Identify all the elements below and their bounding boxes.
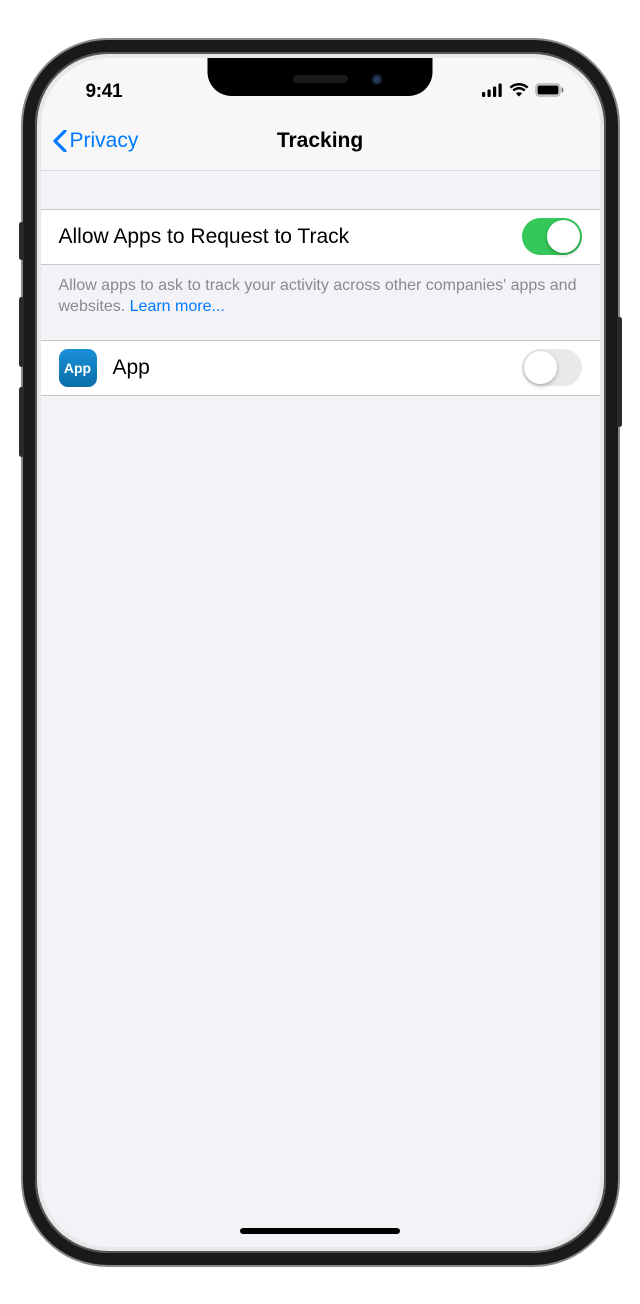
cellular-icon xyxy=(482,83,503,102)
wifi-icon xyxy=(509,83,529,102)
chevron-left-icon xyxy=(53,130,67,152)
device-frame: 9:41 Privacy Tracking xyxy=(23,40,618,1265)
status-icons xyxy=(482,83,565,102)
learn-more-link[interactable]: Learn more... xyxy=(130,298,225,315)
app-tracking-switch[interactable] xyxy=(522,349,582,386)
notch xyxy=(208,58,433,96)
back-label: Privacy xyxy=(70,129,139,153)
app-icon: App xyxy=(59,349,97,387)
volume-down-button xyxy=(19,387,24,457)
back-button[interactable]: Privacy xyxy=(53,129,139,153)
allow-apps-description: Allow apps to ask to track your activity… xyxy=(41,265,600,340)
content-area: Allow Apps to Request to Track Allow app… xyxy=(41,171,600,396)
app-tracking-cell: App App xyxy=(41,340,600,396)
side-button xyxy=(617,317,622,427)
battery-icon xyxy=(535,83,565,102)
nav-bar: Privacy Tracking xyxy=(41,113,600,171)
status-time: 9:41 xyxy=(86,81,123,103)
allow-apps-request-cell: Allow Apps to Request to Track xyxy=(41,209,600,265)
allow-apps-request-switch[interactable] xyxy=(522,218,582,255)
home-indicator[interactable] xyxy=(240,1228,400,1234)
app-label: App xyxy=(113,356,522,380)
silent-switch xyxy=(19,222,24,260)
allow-apps-request-label: Allow Apps to Request to Track xyxy=(59,225,522,249)
screen: 9:41 Privacy Tracking xyxy=(41,58,600,1247)
volume-up-button xyxy=(19,297,24,367)
